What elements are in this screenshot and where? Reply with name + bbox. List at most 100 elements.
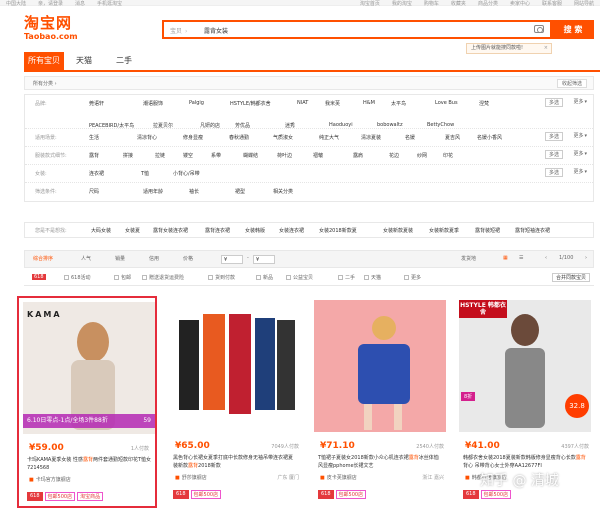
product-card[interactable]: ¥65.00 7049人付款 黑色背心长裙女夏季打底中长款修身无袖吊带连衣裙夏装新款… [165,296,305,508]
topbar-link[interactable]: 收藏夹 [451,0,466,7]
filter-option[interactable]: 纱网 [417,152,427,159]
topbar-link[interactable]: 手机逛淘宝 [97,0,122,7]
filter-option[interactable]: T恤 [141,170,149,177]
sort-sales[interactable]: 销量 [115,255,125,262]
product-image[interactable] [169,300,301,432]
filter-option[interactable]: Palgig [189,100,204,106]
filter-option[interactable]: 名媛 [405,134,415,141]
more-button[interactable]: 更多 [573,168,587,175]
search-button[interactable]: 搜 索 [552,20,594,39]
checkbox-icon[interactable] [404,275,409,280]
filter-option[interactable]: 莞语轩 [89,100,104,107]
next-page-icon[interactable]: › [585,255,587,261]
topbar-link[interactable]: 亲，请登录 [38,0,63,7]
filter-option[interactable]: 春秋通勤 [229,134,249,141]
multi-select-button[interactable]: 多选 [544,98,563,107]
checkbox-icon[interactable] [338,275,343,280]
list-view-icon[interactable]: ☰ [519,255,523,261]
product-title[interactable]: 韩都衣舍女装2018夏装新款韩版修身显瘦背心长款露背背心 吊带背心女士外穿AA1… [463,454,587,470]
filter-option[interactable]: 生活 [89,134,99,141]
filter-option[interactable]: 露背 [89,152,99,159]
related-search-link[interactable]: 露背短袖连衣裙 [515,227,550,234]
multi-select-button[interactable]: 多选 [544,168,563,177]
checkbox-icon[interactable] [286,275,291,280]
filter-option[interactable]: 修身显瘦 [183,134,203,141]
taobao-logo[interactable]: 淘宝网 [24,12,72,33]
topbar-link[interactable]: 消息 [75,0,85,7]
related-search-link[interactable]: 女装新款夏季 [429,227,459,234]
filter-option[interactable]: 潮语服饰 [143,100,163,107]
product-title[interactable]: 卡玛KAMA夏季女装 性感露背两件套通勤短款印花T恤女 7214568 [27,456,151,472]
filter-option[interactable]: 荷叶边 [277,152,292,159]
related-search-link[interactable]: 大码女装 [91,227,111,234]
ship-from-select[interactable]: 发货地 [461,255,476,262]
related-search-link[interactable]: 女装2018新款夏 [319,227,357,234]
grid-view-icon[interactable]: ▦ [503,255,508,261]
checkbox-icon[interactable] [142,275,147,280]
filter-option[interactable]: 裙型 [235,188,245,195]
filter-option[interactable]: 印花 [443,152,453,159]
checkbox-icon[interactable] [256,275,261,280]
filter-option[interactable]: 尺码 [89,188,99,195]
prev-page-icon[interactable]: ‹ [545,255,547,261]
filter-option[interactable]: 拉链 [155,152,165,159]
filter-option[interactable]: 夏吉风 [445,134,460,141]
filter-option[interactable]: 适用年龄 [143,188,163,195]
search-category-select[interactable]: 宝贝 [170,26,187,35]
product-image[interactable]: KAMA 6.10日零点-1点/全场3件88折 59 [23,302,155,434]
close-icon[interactable]: × [544,44,548,53]
related-search-link[interactable]: 露背连衣裙 [205,227,230,234]
shop-name[interactable]: 皮卡芙旗舰店 [320,474,357,481]
tab-all[interactable]: 所有宝贝 [24,52,64,70]
more-button[interactable]: 更多 [573,132,587,139]
filter-option[interactable]: 连衣裙 [89,170,104,177]
filter-option[interactable]: 气质淑女 [273,134,293,141]
topbar-link[interactable]: 卖家中心 [510,0,530,7]
product-image[interactable]: HSTYLE 韩都衣舍 8折 32.8 [459,300,591,432]
filter-checkbox[interactable]: 天猫 [364,274,381,281]
related-search-link[interactable]: 女装新款夏装 [383,227,413,234]
merge-same-button[interactable]: 合并同款宝贝 [551,273,590,282]
filter-option[interactable]: 相关分类 [273,188,293,195]
related-search-link[interactable]: 女装夏 [125,227,140,234]
price-min-input[interactable]: ¥ [221,255,243,264]
shop-name[interactable]: 舒莎旗舰店 [175,474,207,481]
more-button[interactable]: 更多 [573,98,587,105]
topbar-link[interactable]: 淘宝首页 [360,0,380,7]
filter-option[interactable]: 清凉背心 [137,134,157,141]
filter-checkbox[interactable]: 新品 [256,274,273,281]
checkbox-icon[interactable] [114,275,119,280]
filter-option[interactable]: 我米芙 [325,100,340,107]
collapse-filters-button[interactable]: 收起筛选 [556,79,587,88]
sort-price[interactable]: 价格 [183,255,193,262]
product-card[interactable]: KAMA 6.10日零点-1点/全场3件88折 59 ¥59.00 1人付款 卡玛KAMA… [17,296,157,508]
tab-tmall[interactable]: 天猫 [64,52,104,70]
filter-option[interactable]: 名媛小香风 [477,134,502,141]
shop-name[interactable]: 卡玛官方旗舰店 [29,476,71,483]
filter-checkbox[interactable]: 赠送退货运费险 [142,274,184,281]
sort-default[interactable]: 综合排序 [33,255,53,262]
price-max-input[interactable]: ¥ [253,255,275,264]
filter-option[interactable]: HSTYLE/韩都衣舍 [230,100,271,107]
filter-option[interactable]: 系带 [211,152,221,159]
topbar-link[interactable]: 中国大陆 [6,0,26,7]
filter-checkbox[interactable]: 公益宝贝 [286,274,313,281]
topbar-link[interactable]: 联系客服 [542,0,562,7]
filter-checkbox[interactable]: 货到付款 [208,274,235,281]
breadcrumb-all-categories[interactable]: 所有分类 [33,80,57,87]
filter-checkbox[interactable]: 包邮 [114,274,131,281]
related-search-link[interactable]: 女装韩版 [245,227,265,234]
filter-checkbox[interactable]: 更多 [404,274,421,281]
filter-option[interactable]: NIAT [297,100,308,106]
related-search-link[interactable]: 女装连衣裙 [279,227,304,234]
checkbox-icon[interactable] [64,275,69,280]
related-search-link[interactable]: 露背女装连衣裙 [153,227,188,234]
more-button[interactable]: 更多 [573,150,587,157]
topbar-link[interactable]: 网站导航 [574,0,594,7]
filter-checkbox[interactable]: 618活动 [64,274,91,281]
filter-option[interactable]: 纯正大气 [319,134,339,141]
product-title[interactable]: 黑色背心长裙女夏季打底中长款修身无袖吊带连衣裙夏装新款露背2018新款 [173,454,297,470]
filter-option[interactable]: 褶皱 [313,152,323,159]
product-title[interactable]: T恤裙子夏装女2018新款小众心机连衣裙露背冰丝体恤风显瘦pphome长裙文艺 [318,454,442,470]
filter-option[interactable]: 拼接 [123,152,133,159]
